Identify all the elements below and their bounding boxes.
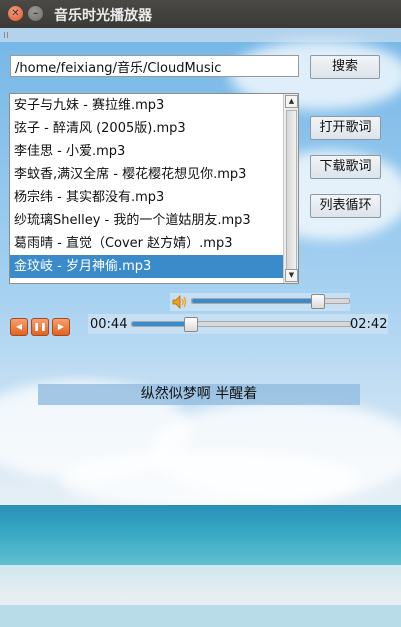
list-item-selected[interactable]: 金玟岐 - 岁月神偷.mp3 xyxy=(10,255,286,278)
speaker-icon[interactable] xyxy=(172,295,188,309)
scroll-thumb[interactable] xyxy=(286,110,297,270)
cloud xyxy=(60,450,360,510)
current-time: 00:44 xyxy=(90,317,128,332)
previous-icon[interactable]: ◀ xyxy=(10,318,28,336)
total-time: 02:42 xyxy=(350,317,388,332)
list-item[interactable]: 安子与九妹 - 赛拉维.mp3 xyxy=(10,94,286,117)
next-icon[interactable]: ▶ xyxy=(52,318,70,336)
volume-handle[interactable] xyxy=(310,294,325,309)
volume-slider[interactable] xyxy=(191,298,350,304)
loop-mode-button[interactable]: 列表循环 xyxy=(310,194,381,218)
playlist[interactable]: 安子与九妹 - 赛拉维.mp3 弦子 - 醉清风 (2005版).mp3 李佳思… xyxy=(9,93,299,284)
progress-handle[interactable] xyxy=(183,317,198,332)
beach-strip xyxy=(0,605,401,627)
progress-fill xyxy=(132,322,191,326)
close-icon[interactable]: ✕ xyxy=(8,6,23,21)
list-item[interactable]: 弦子 - 醉清风 (2005版).mp3 xyxy=(10,117,286,140)
lyric-line: 纵然似梦啊 半醒着 xyxy=(38,384,360,405)
volume-fill xyxy=(192,299,318,303)
transport-controls: ◀ ❚❚ ▶ xyxy=(10,316,70,338)
toolbar-grip-icon[interactable] xyxy=(4,32,10,38)
search-button[interactable]: 搜索 xyxy=(310,55,380,79)
window-title: 音乐时光播放器 xyxy=(54,8,152,24)
list-item[interactable]: 杨宗纬 - 其实都没有.mp3 xyxy=(10,186,286,209)
title-bar: ✕ – 音乐时光播放器 xyxy=(0,0,401,28)
playlist-scrollbar[interactable]: ▲ ▼ xyxy=(283,94,298,283)
sea xyxy=(0,505,401,565)
progress-slider[interactable] xyxy=(131,321,351,327)
scroll-down-icon[interactable]: ▼ xyxy=(285,269,298,282)
list-item[interactable]: 纱琉璃Shelley - 我的一个道姑朋友.mp3 xyxy=(10,209,286,232)
toolbar-strip xyxy=(0,28,401,42)
list-item[interactable]: 李蚊香,满汉全席 - 樱花樱花想见你.mp3 xyxy=(10,163,286,186)
open-lyrics-button[interactable]: 打开歌词 xyxy=(310,116,381,140)
minimize-icon[interactable]: – xyxy=(28,6,43,21)
scroll-up-icon[interactable]: ▲ xyxy=(285,95,298,108)
download-lyrics-button[interactable]: 下载歌词 xyxy=(310,155,381,179)
list-item[interactable]: 李佳思 - 小爱.mp3 xyxy=(10,140,286,163)
list-item[interactable]: 葛雨晴 - 直觉（Cover 赵方婧）.mp3 xyxy=(10,232,286,255)
pause-icon[interactable]: ❚❚ xyxy=(31,318,49,336)
path-input[interactable] xyxy=(10,55,299,77)
